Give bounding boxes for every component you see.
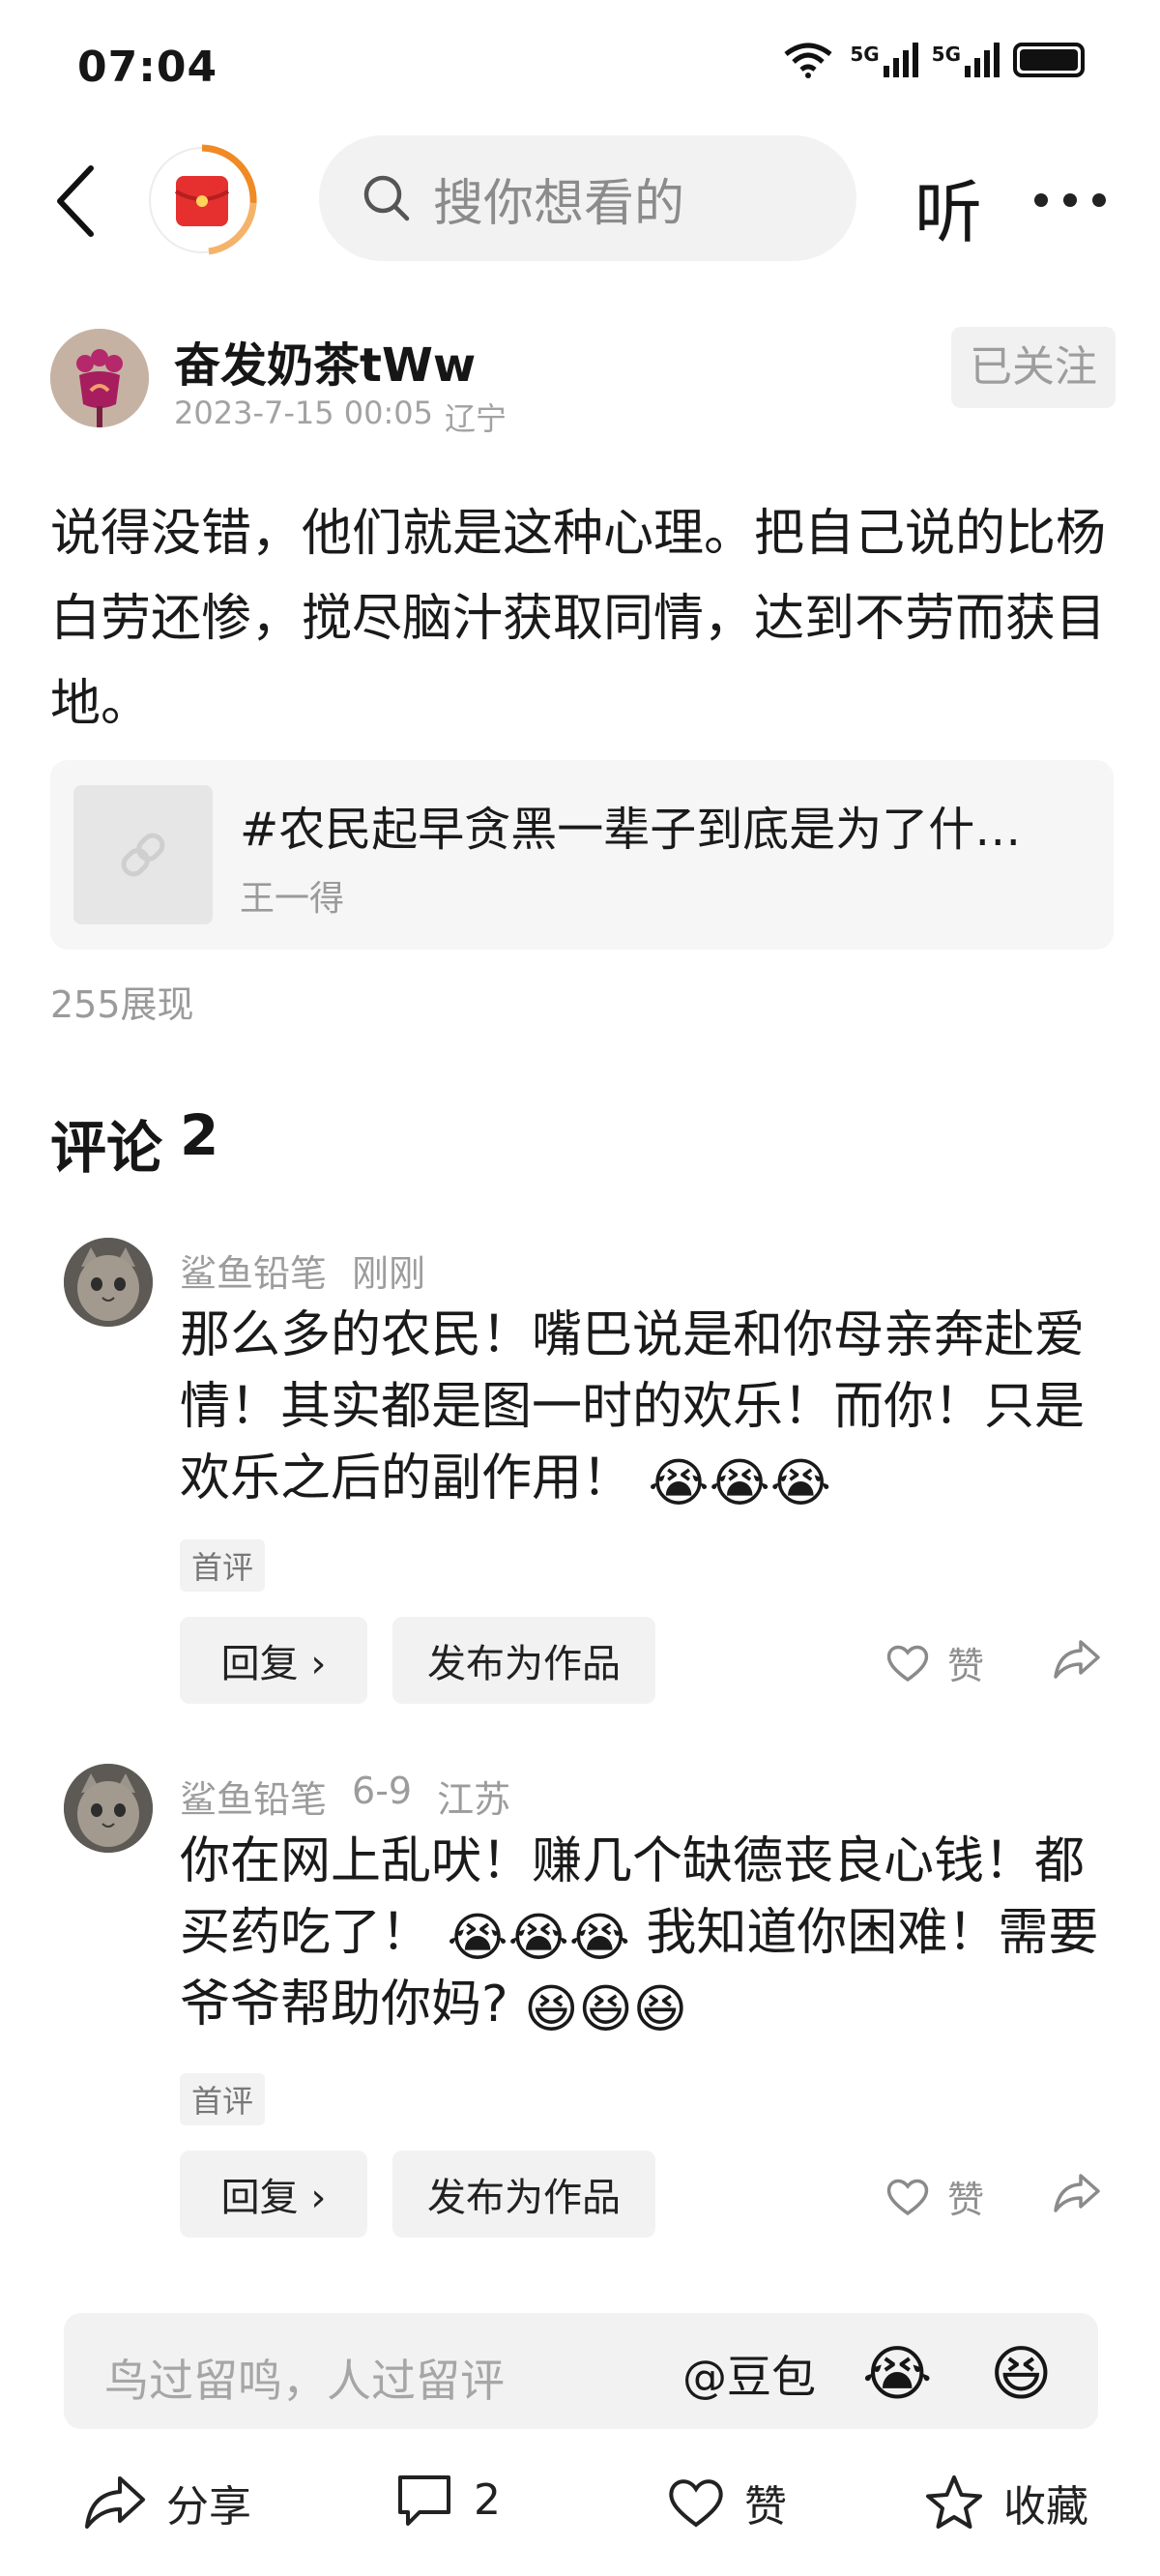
linked-article-card[interactable]: #农民起早贪黑一辈子到底是为了什… 王一得 xyxy=(50,760,1114,950)
signal-5g-icon-1: 5G xyxy=(850,43,918,77)
commenter-name[interactable]: 鲨鱼铅笔 xyxy=(180,1244,327,1297)
comment-button[interactable]: 2 xyxy=(394,2472,501,2528)
comment-like-label: 赞 xyxy=(947,2179,985,2221)
reply-button[interactable]: 回复 › xyxy=(180,1617,367,1704)
comment-like-button[interactable]: 赞 xyxy=(885,1636,984,1689)
favorite-label: 收藏 xyxy=(1003,2482,1088,2532)
comment-body: 那么多的农民！嘴巴说是和你母亲奔赴爱情！其实都是图一时的欢乐！而你！只是欢乐之后… xyxy=(180,1306,1086,1508)
search-placeholder: 搜你想看的 xyxy=(433,174,685,233)
link-icon xyxy=(121,833,165,877)
back-arrow-icon[interactable] xyxy=(52,162,101,240)
battery-icon xyxy=(1013,43,1085,77)
comment-count: 2 xyxy=(474,2474,501,2525)
comment-location: 江苏 xyxy=(437,1778,511,1821)
share-comment-icon[interactable] xyxy=(1052,1638,1102,1681)
comment-input[interactable]: 鸟过留鸣，人过留评 @豆包 😭 😆 xyxy=(64,2313,1098,2429)
mention-doubao-button[interactable]: @豆包 xyxy=(682,2342,816,2406)
heart-icon xyxy=(886,1645,929,1682)
search-icon xyxy=(363,175,410,221)
share-icon xyxy=(85,2476,145,2529)
comment-time: 刚刚 xyxy=(352,1252,426,1295)
comment-input-placeholder: 鸟过留鸣，人过留评 xyxy=(104,2355,505,2407)
crying-laughing-emoji: 😭😭😭 xyxy=(648,1452,831,1513)
crying-laughing-emoji: 😭😭😭 xyxy=(447,1907,630,1968)
author-meta: 2023-7-15 00:05 辽宁 xyxy=(174,395,507,439)
comment-like-label: 赞 xyxy=(947,1645,985,1687)
reply-button[interactable]: 回复 › xyxy=(180,2151,367,2238)
crying-laughing-emoji-button[interactable]: 😭 xyxy=(862,2338,932,2409)
comments-title: 评论 xyxy=(50,1115,163,1181)
app-logo-icon[interactable] xyxy=(145,143,259,257)
comments-heading: 评论 2 xyxy=(50,1102,218,1184)
commenter-avatar[interactable] xyxy=(64,1764,153,1853)
post-date: 2023-7-15 00:05 xyxy=(174,395,433,431)
status-icons: 5G 5G xyxy=(780,41,1085,79)
commenter-name[interactable]: 鲨鱼铅笔 xyxy=(180,1770,327,1823)
network-type-2: 5G xyxy=(931,43,961,66)
publish-as-work-button[interactable]: 发布为作品 xyxy=(392,1617,655,1704)
share-comment-icon[interactable] xyxy=(1052,2172,1102,2214)
comment-time: 6-9 xyxy=(352,1770,413,1812)
commenter-avatar[interactable] xyxy=(64,1238,153,1327)
comment-icon xyxy=(398,2475,450,2526)
author-avatar[interactable] xyxy=(50,329,149,427)
publish-as-work-button[interactable]: 发布为作品 xyxy=(392,2151,655,2238)
follow-button[interactable]: 已关注 xyxy=(951,327,1116,408)
network-type-1: 5G xyxy=(850,43,880,66)
status-time: 07:04 xyxy=(77,43,218,92)
heart-icon xyxy=(669,2479,723,2528)
first-comment-tag: 首评 xyxy=(180,1539,266,1592)
share-button[interactable]: 分享 xyxy=(83,2472,251,2533)
like-button[interactable]: 赞 xyxy=(667,2472,787,2533)
heart-icon xyxy=(886,2179,929,2215)
view-count: 255展现 xyxy=(50,983,194,1026)
favorite-button[interactable]: 收藏 xyxy=(924,2472,1088,2533)
link-title: #农民起早贪黑一辈子到底是为了什… xyxy=(240,803,1022,857)
grinning-emoji: 😆😆😆 xyxy=(524,1978,688,2039)
comment-text: 你在网上乱吠！赚几个缺德丧良心钱！都买药吃了！ 😭😭😭 我知道你困难！需要爷爷帮… xyxy=(180,1826,1108,2040)
link-author: 王一得 xyxy=(240,879,345,919)
listen-button[interactable]: 听 xyxy=(914,159,982,256)
post-location: 辽宁 xyxy=(445,400,508,437)
share-label: 分享 xyxy=(166,2482,251,2532)
search-bar[interactable]: 搜你想看的 xyxy=(319,135,856,261)
more-options-icon[interactable] xyxy=(1034,193,1106,207)
comment-like-button[interactable]: 赞 xyxy=(885,2170,984,2223)
comment-header: 鲨鱼铅笔 刚刚 xyxy=(180,1244,425,1297)
comment-text: 那么多的农民！嘴巴说是和你母亲奔赴爱情！其实都是图一时的欢乐！而你！只是欢乐之后… xyxy=(180,1300,1108,1514)
first-comment-tag: 首评 xyxy=(180,2073,266,2125)
post-text: 说得没错，他们就是这种心理。把自己说的比杨白劳还惨，搅尽脑汁获取同情，达到不劳而… xyxy=(50,505,1107,733)
comment-header: 鲨鱼铅笔 6-9 江苏 xyxy=(180,1770,510,1823)
wifi-icon xyxy=(784,43,832,78)
grinning-emoji-button[interactable]: 😆 xyxy=(990,2338,1053,2409)
star-icon xyxy=(926,2475,982,2529)
link-thumbnail xyxy=(73,785,213,924)
signal-5g-icon-2: 5G xyxy=(932,43,1000,77)
author-name[interactable]: 奋发奶茶tWw xyxy=(174,327,476,395)
like-label: 赞 xyxy=(744,2482,787,2532)
comments-count: 2 xyxy=(180,1102,219,1168)
